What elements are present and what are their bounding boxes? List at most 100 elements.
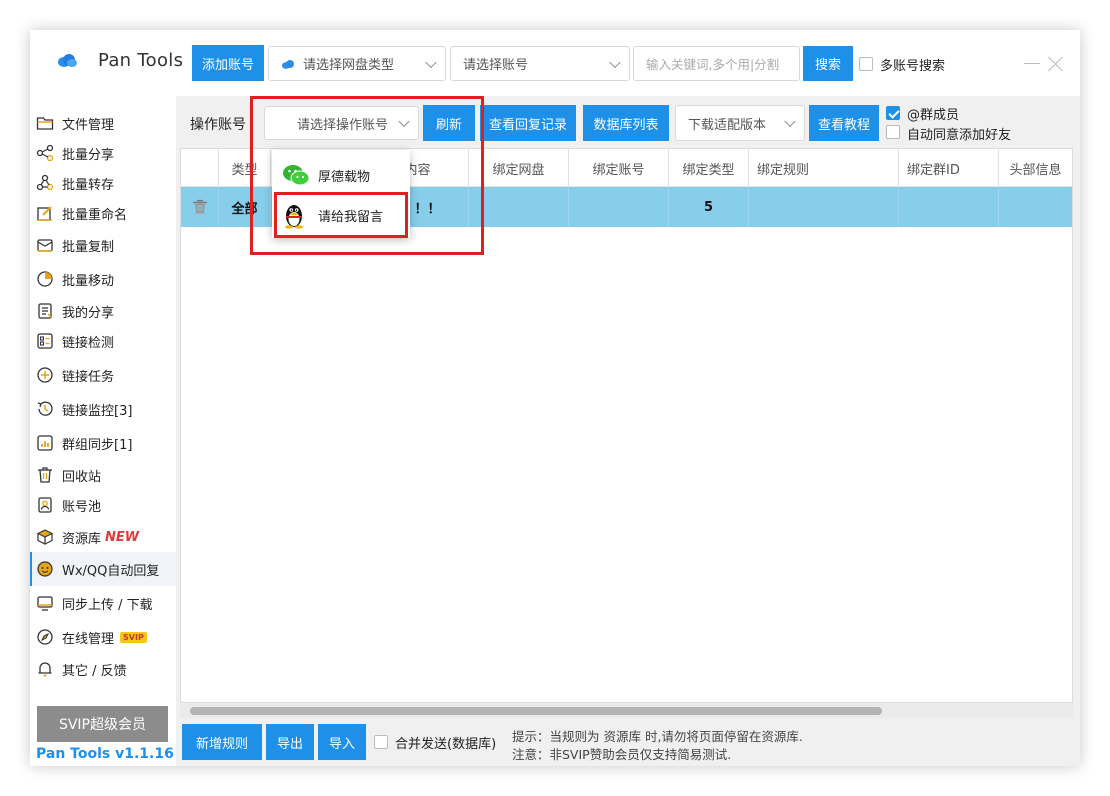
table-header-cell: 绑定账号	[569, 149, 669, 187]
row-bind-disk-cell	[469, 187, 569, 227]
dropdown-item-label: 请给我留言	[318, 209, 384, 225]
trash-icon[interactable]	[192, 199, 208, 215]
minimize-icon[interactable]	[1024, 63, 1040, 64]
copy-icon	[37, 239, 53, 252]
share-icon	[36, 144, 54, 162]
sidebar-item-group-sync[interactable]: 群组同步[1]	[30, 426, 176, 460]
link-check-icon	[37, 333, 53, 349]
search-input[interactable]: 输入关键词,多个用|分割	[633, 46, 800, 81]
auto-add-friend-checkbox[interactable]	[886, 125, 900, 139]
link-monitor-icon	[37, 401, 53, 416]
delete-row-cell[interactable]	[181, 187, 219, 227]
chevron-down-icon	[398, 115, 410, 128]
disk-type-select[interactable]: 请选择网盘类型	[268, 46, 446, 81]
sidebar-item-batch-copy[interactable]: 批量复制	[30, 228, 176, 262]
import-button[interactable]: 导入	[318, 724, 366, 760]
transfer-icon	[36, 174, 54, 191]
new-rule-button[interactable]: 新增规则	[182, 724, 262, 760]
table-header-cell: 绑定规则	[749, 149, 899, 187]
version-label: Pan Tools v1.1.16	[36, 746, 174, 762]
download-version-select[interactable]: 下载适配版本	[675, 105, 805, 141]
sidebar-item-label: 我的分享	[62, 305, 115, 321]
bell-icon	[38, 662, 52, 677]
multi-account-search-checkbox[interactable]	[859, 57, 873, 71]
at-members-checkbox[interactable]	[886, 106, 900, 120]
export-button[interactable]: 导出	[266, 724, 314, 760]
sidebar-item-batch-rename[interactable]: 批量重命名	[30, 196, 176, 230]
link-task-icon	[37, 367, 53, 383]
table-header-cell	[181, 149, 219, 187]
view-tutorial-button[interactable]: 查看教程	[809, 105, 879, 141]
table-header-cell: 绑定类型	[669, 149, 749, 187]
operate-account-dropdown: 厚德载物 请给我留言	[272, 150, 410, 238]
search-placeholder: 输入关键词,多个用|分割	[646, 57, 780, 72]
wechat-icon	[283, 165, 310, 186]
sidebar-item-label: 链接任务	[62, 369, 115, 385]
account-pool-icon	[38, 497, 52, 513]
row-group-id-cell	[899, 187, 999, 227]
refresh-button[interactable]: 刷新	[423, 105, 475, 141]
svip-button[interactable]: SVIP超级会员	[37, 706, 168, 742]
sidebar-item-label: 群组同步[1]	[62, 437, 133, 453]
search-button[interactable]: 搜索	[803, 46, 853, 81]
dropdown-item-label: 厚德载物	[318, 169, 371, 185]
download-version-text: 下载适配版本	[688, 117, 767, 133]
sidebar-item-link-monitor[interactable]: 链接监控[3]	[30, 392, 176, 426]
at-members-label: @群成员	[907, 108, 960, 123]
operate-account-select[interactable]: 请选择操作账号	[264, 106, 419, 140]
chevron-down-icon	[784, 115, 796, 128]
sidebar-item-label: 其它 / 反馈	[62, 663, 127, 679]
sidebar-item-auto-reply[interactable]: Wx/QQ自动回复	[30, 552, 176, 586]
db-list-button[interactable]: 数据库列表	[583, 105, 669, 141]
sidebar-item-batch-share[interactable]: 批量分享	[30, 136, 176, 170]
auto-reply-icon	[37, 561, 53, 577]
multi-account-search-label: 多账号搜索	[880, 59, 946, 74]
horizontal-scrollbar[interactable]	[180, 704, 1073, 718]
account-select-text: 请选择账号	[463, 58, 529, 73]
sidebar-item-label: 批量分享	[62, 147, 115, 163]
dropdown-item-wechat[interactable]: 厚德载物	[272, 155, 410, 195]
hint-text-2: 注意：非SVIP赞助会员仅支持简易测试.	[512, 747, 732, 762]
folder-icon	[36, 117, 54, 130]
sidebar-item-label: 链接监控[3]	[62, 403, 133, 419]
scrollbar-thumb[interactable]	[190, 707, 882, 715]
app-window: Pan Tools 添加账号 请选择网盘类型 请选择账号 输入关键词,多个用|分…	[30, 30, 1080, 766]
close-icon[interactable]	[1048, 56, 1064, 72]
sidebar-item-label: 链接检测	[62, 335, 115, 351]
new-badge: NEW	[105, 529, 140, 545]
table-header-cell: 头部信息	[1009, 162, 1062, 178]
sidebar-item-label: 批量移动	[62, 273, 115, 289]
merge-send-label: 合并发送(数据库)	[395, 737, 497, 752]
sidebar-item-sync-upload[interactable]: 同步上传 / 下载	[30, 586, 176, 620]
dropdown-item-qq[interactable]: 请给我留言	[272, 195, 410, 235]
sidebar-item-file-manage[interactable]: 文件管理	[30, 106, 176, 140]
row-header-info-cell	[999, 187, 1072, 227]
sidebar-item-label: 回收站	[62, 469, 102, 485]
sidebar-item-label: 批量复制	[62, 239, 115, 255]
sidebar-item-feedback[interactable]: 其它 / 反馈	[30, 652, 176, 686]
sidebar-item-link-task[interactable]: 链接任务	[30, 358, 176, 392]
sidebar-item-my-share[interactable]: 我的分享	[30, 294, 176, 328]
view-reply-log-button[interactable]: 查看回复记录	[480, 105, 576, 141]
table-header-cell: 绑定网盘	[469, 149, 569, 187]
my-share-icon	[38, 303, 52, 319]
account-select[interactable]: 请选择账号	[450, 46, 630, 81]
sidebar-item-resource[interactable]: 资源库 NEW	[30, 520, 176, 554]
sidebar-item-link-check[interactable]: 链接检测	[30, 324, 176, 358]
operate-account-label: 操作账号	[190, 117, 246, 133]
rename-icon	[37, 206, 52, 221]
hint-text-1: 提示：当规则为 资源库 时,请勿将页面停留在资源库.	[512, 729, 803, 744]
sidebar-item-batch-transfer[interactable]: 批量转存	[30, 166, 176, 200]
sidebar-item-label: 在线管理	[62, 631, 115, 647]
svip-badge: SVIP	[120, 631, 147, 643]
sidebar-item-account-pool[interactable]: 账号池	[30, 488, 176, 522]
row-bind-account-cell	[569, 187, 669, 227]
sidebar-item-label: 同步上传 / 下载	[62, 597, 153, 613]
operate-account-text: 请选择操作账号	[297, 117, 389, 133]
sidebar-item-trash[interactable]: 回收站	[30, 458, 176, 492]
add-account-button[interactable]: 添加账号	[192, 45, 264, 81]
sidebar-item-online-manage[interactable]: 在线管理 SVIP	[30, 620, 176, 654]
sidebar-item-batch-move[interactable]: 批量移动	[30, 262, 176, 296]
sidebar-item-label: 资源库	[62, 531, 102, 547]
merge-send-checkbox[interactable]	[374, 735, 388, 749]
